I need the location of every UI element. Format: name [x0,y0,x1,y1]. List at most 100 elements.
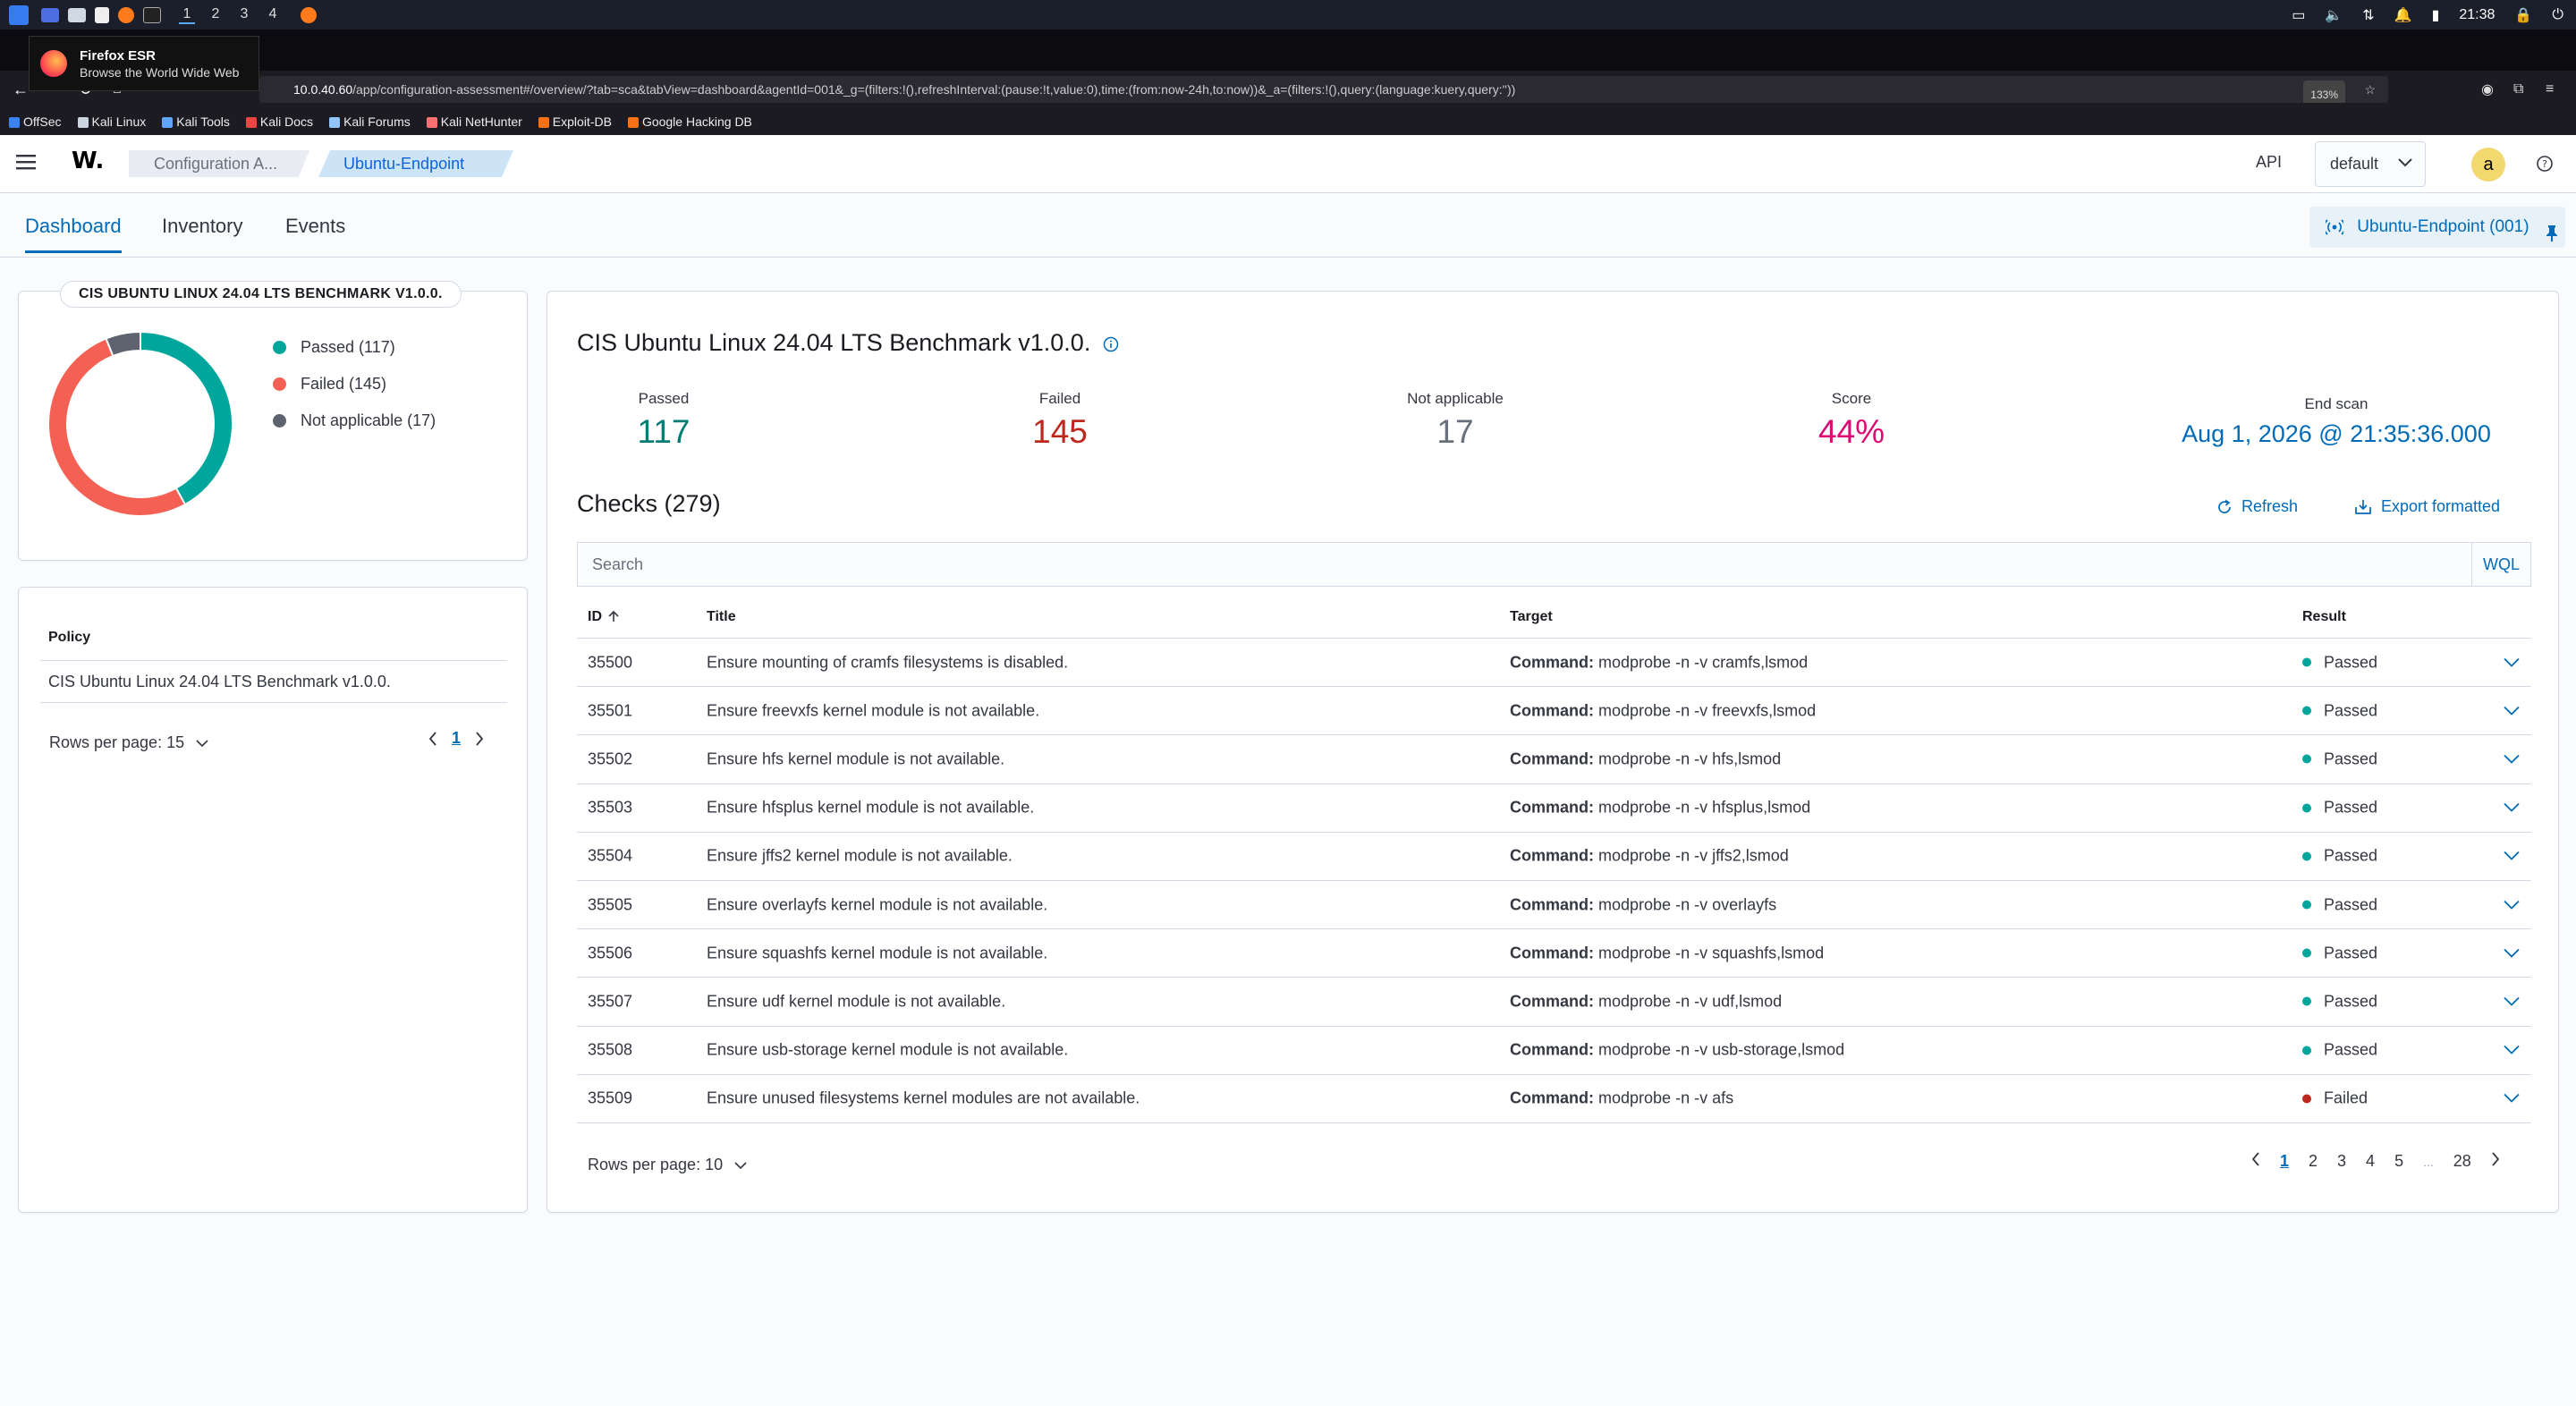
zoom-badge[interactable]: 133% [2303,80,2345,103]
page-4[interactable]: 4 [2366,1152,2375,1171]
policy-column-header[interactable]: Policy [48,630,90,646]
breadcrumb-agent[interactable]: Ubuntu-Endpoint [318,150,513,177]
page-2[interactable]: 2 [2309,1152,2318,1171]
column-target[interactable]: Target [1510,609,1553,625]
expand-row-icon[interactable] [2504,895,2520,914]
table-row[interactable]: 35503 Ensure hfsplus kernel module is not… [577,784,2531,833]
notification-icon[interactable]: 🔔 [2394,6,2412,24]
power-icon[interactable]: ⏻ [2552,7,2563,23]
table-row[interactable]: 35500 Ensure mounting of cramfs filesyste… [577,639,2531,688]
search-input[interactable] [578,543,2367,586]
bookmark-item[interactable]: Kali Docs [245,114,313,129]
target-prefix: Command: [1510,944,1594,962]
terminal-icon[interactable] [143,6,161,23]
help-icon[interactable]: ? [2536,155,2554,177]
firefox-icon[interactable] [118,6,134,23]
expand-row-icon[interactable] [2504,992,2520,1011]
column-id[interactable]: ID [588,609,620,625]
table-row[interactable]: 35501 Ensure freevxfs kernel module is no… [577,687,2531,736]
expand-row-icon[interactable] [2504,847,2520,866]
clock[interactable]: 21:38 [2459,7,2495,23]
file-manager-icon[interactable] [68,7,86,22]
page-3[interactable]: 3 [2337,1152,2346,1171]
agent-selector-button[interactable]: Ubuntu-Endpoint (001) [2309,207,2565,248]
firefox-window-icon[interactable] [301,6,317,23]
info-icon[interactable] [1103,336,1119,352]
chevron-left-icon[interactable] [2251,1152,2260,1171]
tab-inventory[interactable]: Inventory [162,215,243,250]
workspace-3[interactable]: 3 [236,6,252,24]
expand-row-icon[interactable] [2504,750,2520,768]
column-id-label: ID [588,608,602,624]
refresh-button[interactable]: Refresh [2216,497,2298,516]
bookmark-item[interactable]: Google Hacking DB [627,114,752,129]
hamburger-menu-icon[interactable] [16,153,36,171]
results-donut-chart [47,330,233,517]
bookmark-item[interactable]: Kali Tools [162,114,230,129]
target-prefix: Command: [1510,653,1594,672]
chevron-right-icon[interactable] [2491,1152,2500,1171]
column-title[interactable]: Title [707,609,736,625]
workspace-1[interactable]: 1 [179,6,195,24]
page-5[interactable]: 5 [2394,1152,2403,1171]
workspace-4[interactable]: 4 [265,6,281,24]
table-row[interactable]: 35508 Ensure usb-storage kernel module is… [577,1027,2531,1075]
extensions-icon[interactable]: ⧉ [2513,81,2523,97]
bookmark-star-icon[interactable]: ☆ [2364,76,2376,103]
wazuh-logo[interactable]: W. [72,148,104,174]
display-icon[interactable]: ▭ [2292,6,2305,24]
table-row[interactable]: 35506 Ensure squashfs kernel module is no… [577,929,2531,978]
expand-row-icon[interactable] [2504,701,2520,720]
expand-row-icon[interactable] [2504,653,2520,672]
account-icon[interactable]: ◉ [2481,80,2494,98]
tab-dashboard[interactable]: Dashboard [25,215,122,253]
kali-menu-icon[interactable] [9,4,29,25]
wql-button[interactable]: WQL [2471,543,2530,586]
bookmark-item[interactable]: Exploit-DB [538,114,612,129]
expand-row-icon[interactable] [2504,944,2520,962]
back-icon[interactable]: ← [13,80,29,99]
volume-icon[interactable]: 🔈 [2325,6,2343,24]
desktop-icon[interactable] [41,7,59,22]
network-icon[interactable]: ⇅ [2362,6,2374,24]
chevron-left-icon[interactable] [428,731,437,746]
expand-row-icon[interactable] [2504,1089,2520,1108]
donut-slice-failed[interactable] [47,337,187,517]
column-result[interactable]: Result [2302,609,2346,625]
tab-events[interactable]: Events [285,215,345,250]
user-avatar[interactable]: a [2471,148,2505,182]
bookmark-item[interactable]: Kali NetHunter [426,114,522,129]
stat-score: Score 44% [1735,390,1968,451]
donut-slice-passed[interactable] [140,330,233,506]
expand-row-icon[interactable] [2504,1041,2520,1060]
chevron-right-icon[interactable] [475,731,484,746]
table-row[interactable]: 35504 Ensure jffs2 kernel module is not a… [577,833,2531,881]
export-formatted-button[interactable]: Export formatted [2354,497,2500,516]
table-header-row: ID Title Target Result [577,596,2531,639]
expand-row-icon[interactable] [2504,799,2520,817]
pin-icon[interactable] [2546,217,2558,258]
table-row[interactable]: 35502 Ensure hfs kernel module is not ava… [577,735,2531,784]
donut-slice-not-applicable[interactable] [105,330,141,358]
menu-icon[interactable]: ≡ [2546,81,2554,97]
bookmark-item[interactable]: OffSec [9,114,62,129]
bookmark-item[interactable]: Kali Forums [329,114,411,129]
page-28[interactable]: 28 [2453,1152,2471,1171]
page-1[interactable]: 1 [2280,1152,2289,1171]
lock-icon[interactable]: 🔒 [2514,6,2532,24]
url-field[interactable]: 10.0.40.60/app/configuration-assessment#… [259,76,2388,103]
text-editor-icon[interactable] [95,6,109,23]
policy-rows-per-page[interactable]: Rows per page: 15 [49,733,208,752]
workspace-2[interactable]: 2 [208,6,224,24]
bookmark-item[interactable]: Kali Linux [77,114,146,129]
table-row[interactable]: 35507 Ensure udf kernel module is not ava… [577,978,2531,1027]
page-1[interactable]: 1 [452,729,461,748]
checks-rows-per-page[interactable]: Rows per page: 10 [588,1156,747,1174]
benchmark-detail-panel: CIS Ubuntu Linux 24.04 LTS Benchmark v1.… [547,291,2559,1213]
table-row[interactable]: 35505 Ensure overlayfs kernel module is n… [577,881,2531,930]
battery-icon[interactable]: ▮ [2432,6,2440,24]
policy-row[interactable]: CIS Ubuntu Linux 24.04 LTS Benchmark v1.… [48,673,391,691]
table-row[interactable]: 35509 Ensure unused filesystems kernel mo… [577,1075,2531,1123]
api-selector[interactable]: default [2315,141,2426,187]
breadcrumb-configuration-assessment[interactable]: Configuration A... [129,150,309,177]
